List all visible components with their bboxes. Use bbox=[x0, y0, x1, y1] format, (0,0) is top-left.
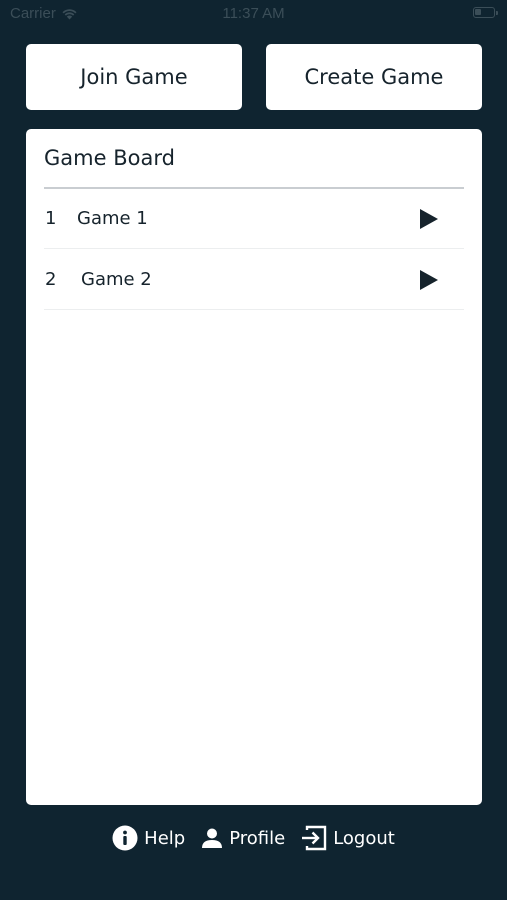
help-label: Help bbox=[144, 827, 186, 849]
game-board-title: Game Board bbox=[44, 146, 175, 170]
join-game-button[interactable]: Join Game bbox=[26, 44, 242, 110]
play-icon[interactable] bbox=[418, 208, 440, 230]
game-row[interactable]: 2 Game 2 bbox=[44, 250, 464, 310]
create-game-button[interactable]: Create Game bbox=[266, 44, 482, 110]
play-icon[interactable] bbox=[418, 269, 440, 291]
logout-icon bbox=[302, 825, 327, 851]
logout-button[interactable]: Logout bbox=[301, 825, 395, 851]
game-board-card: Game Board 1 Game 1 2 Game 2 bbox=[26, 129, 482, 805]
clock: 11:37 AM bbox=[222, 5, 285, 22]
status-bar: Carrier 11:37 AM bbox=[0, 0, 507, 28]
profile-button[interactable]: Profile bbox=[201, 827, 285, 849]
battery-icon bbox=[473, 7, 498, 18]
profile-label: Profile bbox=[229, 827, 286, 849]
game-number: 2 bbox=[45, 269, 57, 290]
bottom-nav: Help Profile Logout bbox=[0, 823, 507, 853]
user-icon bbox=[202, 828, 223, 848]
logout-label: Logout bbox=[333, 827, 395, 849]
help-button[interactable]: Help bbox=[112, 825, 185, 851]
game-name: Game 2 bbox=[81, 269, 152, 290]
info-icon bbox=[112, 825, 138, 851]
battery-level bbox=[475, 9, 481, 15]
game-row[interactable]: 1 Game 1 bbox=[44, 189, 464, 249]
game-number: 1 bbox=[45, 208, 57, 229]
game-name: Game 1 bbox=[77, 208, 148, 229]
